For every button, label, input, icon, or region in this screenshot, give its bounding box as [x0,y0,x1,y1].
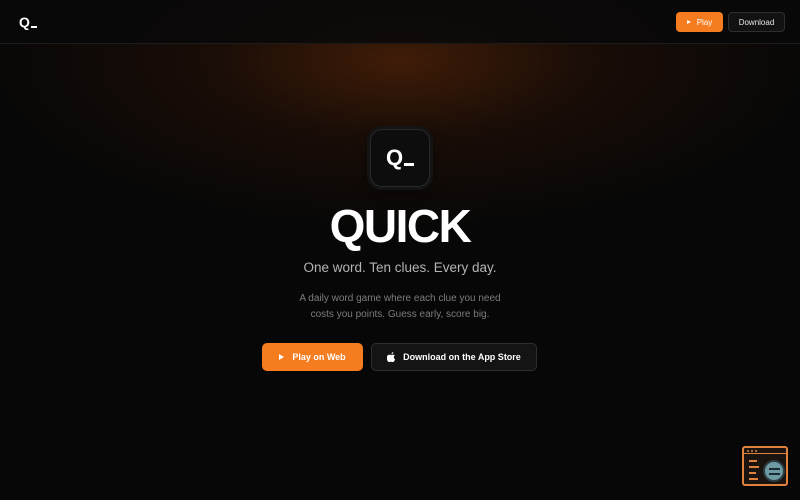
widget-line [749,466,759,468]
app-store-button[interactable]: Download on the App Store [371,343,537,371]
lens-line [769,468,780,470]
hero-tagline: One word. Ten clues. Every day. [303,260,497,275]
logo-letter: Q [19,14,30,30]
widget-dot [755,450,757,452]
nav-play-button[interactable]: Play [676,12,723,32]
top-navbar: Q Play Download [0,0,800,44]
quick-logo-icon[interactable]: Q [19,14,37,30]
magnifier-icon [763,460,785,482]
hero-description-line-1: A daily word game where each clue you ne… [299,293,501,304]
hero-description: A daily word game where each clue you ne… [280,291,520,323]
quick-app-icon: Q [370,129,430,187]
app-store-label: Download on the App Store [403,352,521,362]
app-icon-underscore [404,163,415,166]
nav-download-button[interactable]: Download [728,12,785,32]
browser-inspect-icon[interactable] [742,446,788,486]
play-on-web-label: Play on Web [292,352,346,362]
nav-play-label: Play [696,17,713,27]
play-triangle-icon [686,20,691,24]
play-on-web-button[interactable]: Play on Web [262,343,363,371]
widget-titlebar [744,448,786,454]
app-icon-letter: Q [385,145,404,170]
landing-page: Q Play Download Q QUICK One word. Ten cl… [0,0,800,500]
widget-dot [751,450,753,452]
lens-line [769,473,780,475]
apple-icon [387,352,396,362]
play-triangle-icon [279,354,285,360]
hero-title: QUICK [329,200,472,252]
nav-download-label: Download [738,17,775,27]
logo-underscore [30,26,37,28]
widget-dot [747,450,749,452]
widget-line [749,472,756,474]
hero-description-line-2: costs you points. Guess early, score big… [310,309,490,320]
widget-line [749,460,757,462]
widget-line [749,478,758,480]
